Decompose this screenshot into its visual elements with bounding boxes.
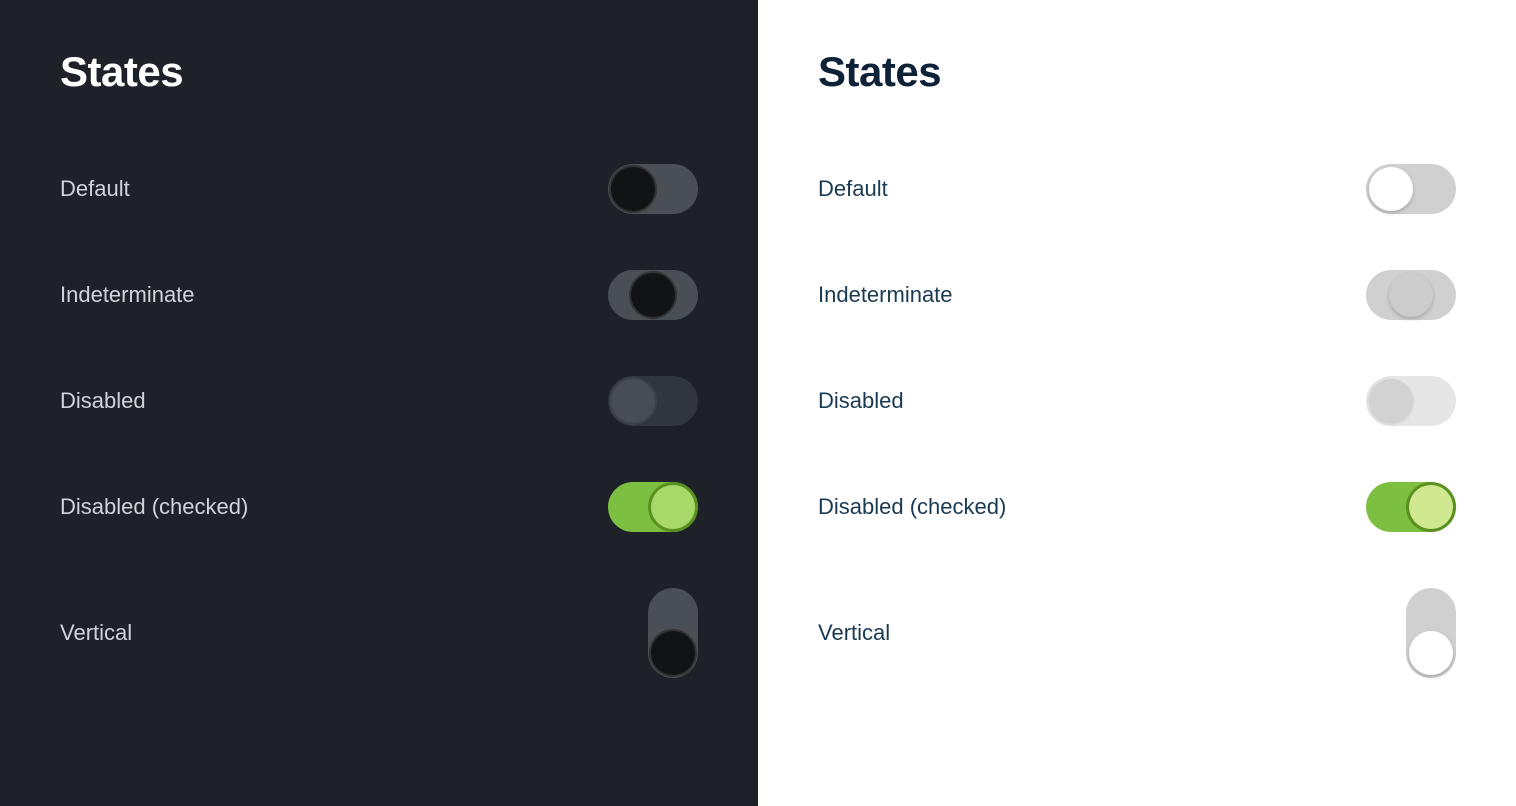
state-label-vertical-dark: Vertical: [60, 620, 132, 646]
toggle-wrapper-vertical-dark[interactable]: [648, 588, 698, 678]
toggle-indeterminate-dark[interactable]: [608, 270, 698, 320]
state-row-disabled-dark: Disabled: [60, 348, 698, 454]
state-row-disabled-checked-dark: Disabled (checked): [60, 454, 698, 560]
toggle-disabled-checked-dark: [608, 482, 698, 532]
toggle-disabled-dark: [608, 376, 698, 426]
toggle-wrapper-indeterminate-dark[interactable]: [608, 270, 698, 320]
toggle-default-light[interactable]: [1366, 164, 1456, 214]
state-label-default-dark: Default: [60, 176, 130, 202]
toggle-knob-disabled-checked-light: [1409, 485, 1453, 529]
toggle-knob-disabled-light: [1369, 379, 1413, 423]
state-label-disabled-checked-dark: Disabled (checked): [60, 494, 248, 520]
toggle-knob-indeterminate-dark: [631, 273, 675, 317]
light-panel: States Default Indeterminate Disabled: [758, 0, 1516, 806]
toggle-disabled-checked-light: [1366, 482, 1456, 532]
state-label-indeterminate-light: Indeterminate: [818, 282, 953, 308]
toggle-knob-default-dark: [611, 167, 655, 211]
toggle-knob-indeterminate-light: [1389, 273, 1433, 317]
toggle-knob-disabled-dark: [611, 379, 655, 423]
state-row-default-light: Default: [818, 136, 1456, 242]
state-row-vertical-dark: Vertical: [60, 560, 698, 706]
toggle-wrapper-indeterminate-light[interactable]: [1366, 270, 1456, 320]
toggle-indeterminate-light[interactable]: [1366, 270, 1456, 320]
toggle-knob-vertical-light: [1409, 631, 1453, 675]
state-row-default-dark: Default: [60, 136, 698, 242]
state-label-indeterminate-dark: Indeterminate: [60, 282, 195, 308]
state-row-indeterminate-light: Indeterminate: [818, 242, 1456, 348]
state-row-indeterminate-dark: Indeterminate: [60, 242, 698, 348]
dark-states-list: Default Indeterminate Disabled: [60, 136, 698, 706]
toggle-wrapper-default-light[interactable]: [1366, 164, 1456, 214]
toggle-vertical-light[interactable]: [1406, 588, 1456, 678]
toggle-disabled-light: [1366, 376, 1456, 426]
toggle-wrapper-default-dark[interactable]: [608, 164, 698, 214]
state-label-default-light: Default: [818, 176, 888, 202]
state-row-disabled-checked-light: Disabled (checked): [818, 454, 1456, 560]
toggle-wrapper-vertical-light[interactable]: [1406, 588, 1456, 678]
state-label-disabled-dark: Disabled: [60, 388, 146, 414]
toggle-default-dark[interactable]: [608, 164, 698, 214]
state-row-disabled-light: Disabled: [818, 348, 1456, 454]
state-label-vertical-light: Vertical: [818, 620, 890, 646]
toggle-wrapper-disabled-checked-light: [1366, 482, 1456, 532]
toggle-knob-default-light: [1369, 167, 1413, 211]
light-states-list: Default Indeterminate Disabled: [818, 136, 1456, 706]
state-label-disabled-checked-light: Disabled (checked): [818, 494, 1006, 520]
toggle-vertical-dark[interactable]: [648, 588, 698, 678]
toggle-wrapper-disabled-checked-dark: [608, 482, 698, 532]
dark-panel: States Default Indeterminate Disabled: [0, 0, 758, 806]
state-row-vertical-light: Vertical: [818, 560, 1456, 706]
toggle-knob-vertical-dark: [651, 631, 695, 675]
toggle-wrapper-disabled-light: [1366, 376, 1456, 426]
toggle-wrapper-disabled-dark: [608, 376, 698, 426]
state-label-disabled-light: Disabled: [818, 388, 904, 414]
toggle-knob-disabled-checked-dark: [651, 485, 695, 529]
light-panel-title: States: [818, 48, 1456, 96]
dark-panel-title: States: [60, 48, 698, 96]
